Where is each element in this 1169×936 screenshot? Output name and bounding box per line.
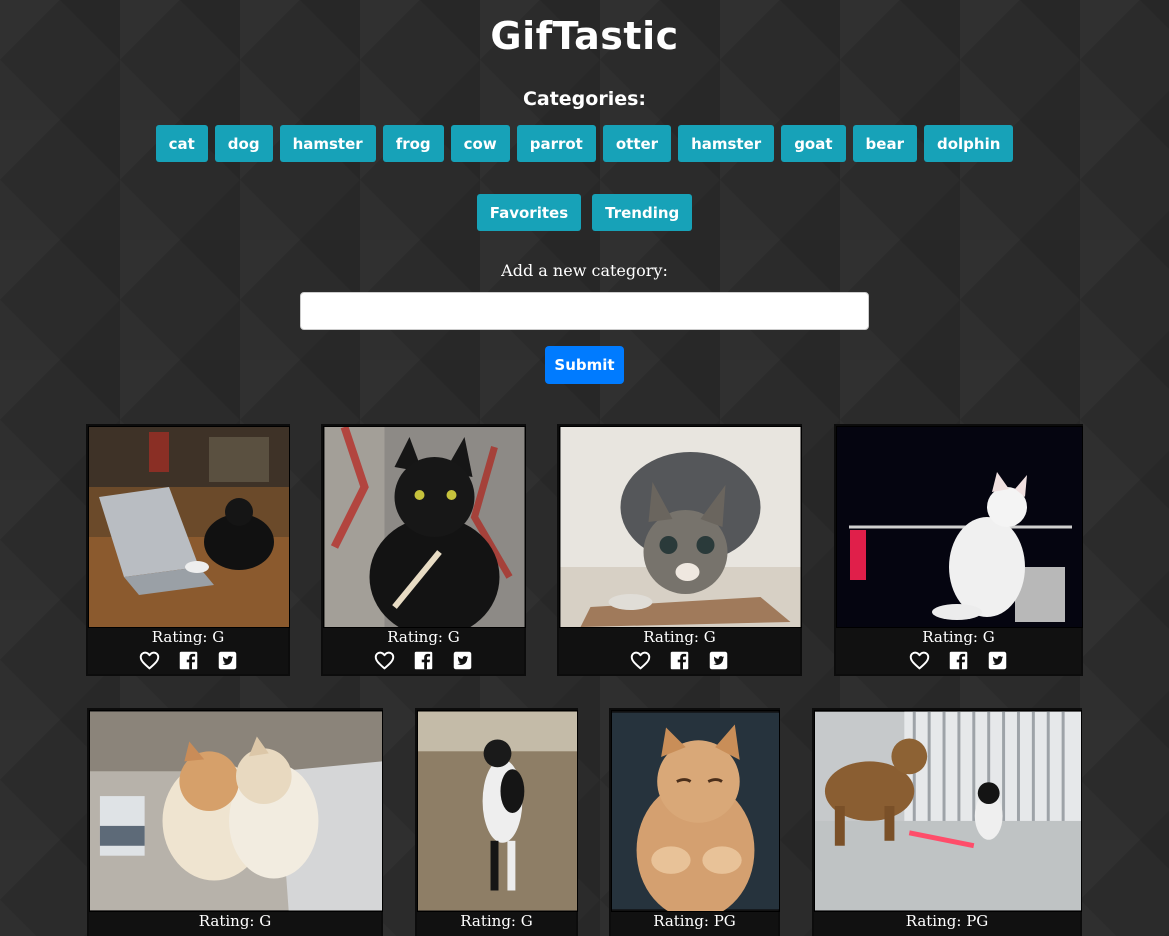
twitter-icon[interactable] [708, 650, 729, 671]
heart-icon[interactable] [630, 650, 651, 671]
facebook-icon[interactable] [948, 650, 969, 671]
gif-image[interactable] [611, 710, 780, 912]
gif-image[interactable] [323, 426, 526, 628]
categories-heading: Categories: [522, 88, 647, 110]
gif-rating: Rating: G [387, 628, 460, 646]
category-button-dolphin[interactable]: dolphin [923, 125, 1014, 162]
category-button-dog[interactable]: dog [214, 125, 273, 162]
gif-rating: Rating: G [151, 628, 225, 646]
new-category-input[interactable] [300, 292, 869, 330]
heart-icon[interactable] [909, 650, 930, 671]
trending-button[interactable]: Trending [592, 194, 693, 231]
gif-image[interactable] [88, 426, 290, 628]
gif-image[interactable] [836, 426, 1083, 628]
heart-icon[interactable] [374, 650, 395, 671]
page-title: GifTastic [490, 14, 679, 58]
twitter-icon[interactable] [217, 650, 238, 671]
facebook-icon[interactable] [669, 650, 690, 671]
gif-card[interactable]: Rating: G [415, 708, 578, 936]
category-button-parrot[interactable]: parrot [516, 125, 596, 162]
heart-icon[interactable] [139, 650, 160, 671]
facebook-icon[interactable] [413, 650, 434, 671]
category-button-bear[interactable]: bear [852, 125, 917, 162]
category-button-cat[interactable]: cat [155, 125, 208, 162]
twitter-icon[interactable] [987, 650, 1008, 671]
category-button-goat[interactable]: goat [781, 125, 846, 162]
extra-buttons: Favorites Trending [0, 194, 1169, 231]
gif-image[interactable] [89, 710, 383, 912]
twitter-icon[interactable] [452, 650, 473, 671]
submit-button[interactable]: Submit [545, 346, 624, 384]
gif-card[interactable]: Rating: G [834, 424, 1083, 676]
gif-rating: Rating: G [198, 912, 272, 930]
gif-rating: Rating: PG [905, 912, 989, 930]
gif-card[interactable]: Rating: G [321, 424, 526, 676]
category-buttons: cat dog hamster frog cow parrot otter ha… [0, 125, 1169, 162]
gif-rating: Rating: G [460, 912, 533, 930]
gif-card[interactable]: Rating: PG [812, 708, 1082, 936]
gif-rating: Rating: G [922, 628, 995, 646]
category-button-hamster[interactable]: hamster [279, 125, 376, 162]
gif-image[interactable] [559, 426, 802, 628]
category-button-cow[interactable]: cow [450, 125, 510, 162]
gif-image[interactable] [417, 710, 578, 912]
favorites-button[interactable]: Favorites [476, 194, 582, 231]
gif-image[interactable] [814, 710, 1082, 912]
gif-rating: Rating: PG [653, 912, 736, 930]
gif-card[interactable]: Rating: G [557, 424, 802, 676]
category-button-otter[interactable]: otter [602, 125, 672, 162]
facebook-icon[interactable] [178, 650, 199, 671]
gif-card[interactable]: Rating: G [86, 424, 290, 676]
add-category-label: Add a new category: [501, 261, 668, 280]
category-button-hamster-2[interactable]: hamster [678, 125, 775, 162]
category-button-frog[interactable]: frog [382, 125, 444, 162]
gif-rating: Rating: G [643, 628, 716, 646]
gif-card[interactable]: Rating: PG [609, 708, 780, 936]
gif-card[interactable]: Rating: G [87, 708, 383, 936]
